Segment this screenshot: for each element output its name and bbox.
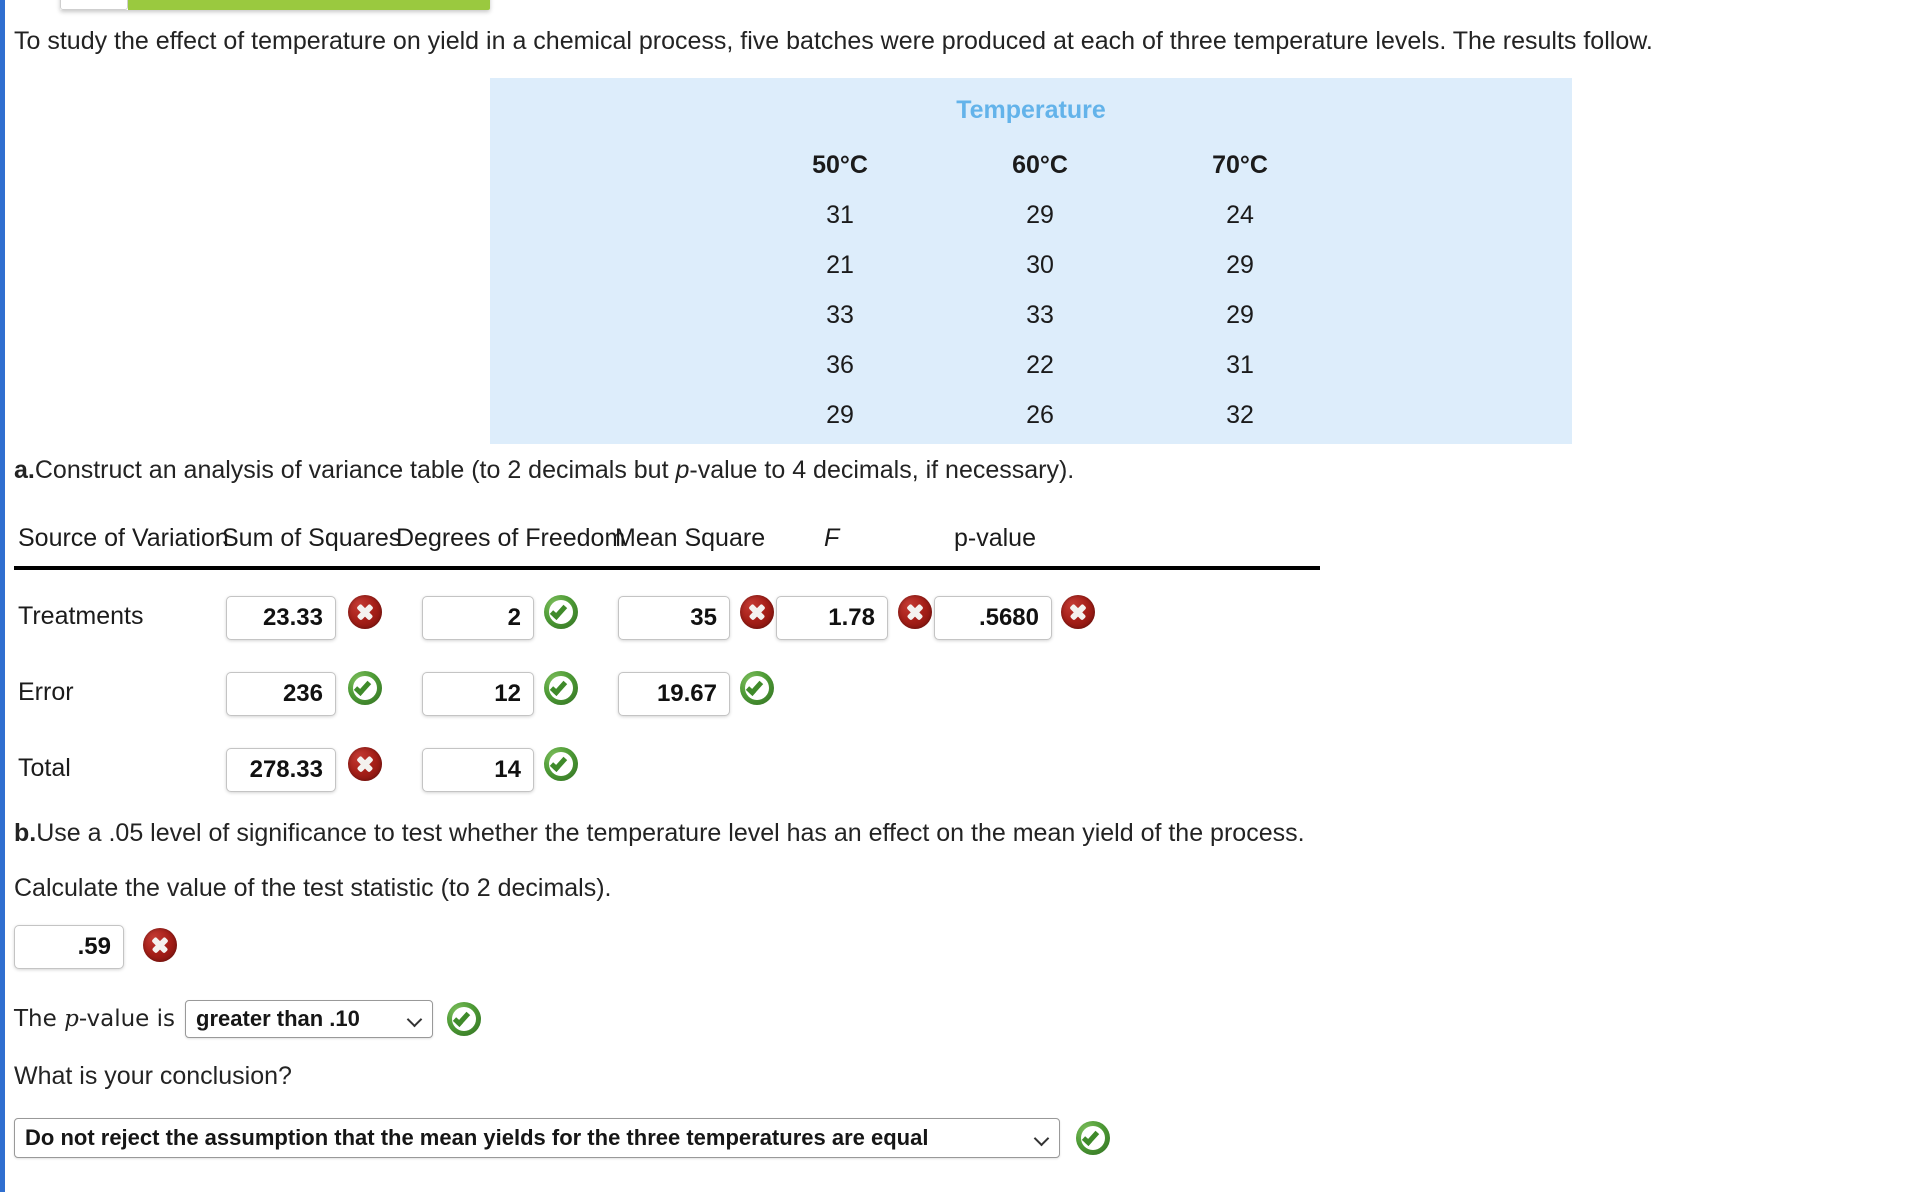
part-a-prompt-head: Construct an analysis of variance table … bbox=[34, 456, 676, 484]
error-df-status-correct-icon bbox=[544, 671, 578, 705]
treatments-df-status-correct-icon bbox=[544, 595, 578, 629]
data-grid: 50°C 60°C 70°C 31 29 24 21 30 29 33 33 2… bbox=[740, 140, 1340, 440]
row-label-error: Error bbox=[18, 678, 74, 706]
calculate-statistic-instruction: Calculate the value of the test statisti… bbox=[14, 874, 612, 902]
table-row: 33 33 29 bbox=[740, 290, 1340, 340]
error-ms-input[interactable]: 19.67 bbox=[618, 672, 730, 716]
table-row: 21 30 29 bbox=[740, 240, 1340, 290]
anova-table: Source of Variation Sum of Squares Degre… bbox=[14, 518, 1334, 568]
data-cell: 29 bbox=[1226, 251, 1254, 279]
conclusion-dropdown[interactable]: Do not reject the assumption that the me… bbox=[14, 1118, 1060, 1158]
treatments-p-input[interactable]: .5680 bbox=[934, 596, 1052, 640]
total-df-input[interactable]: 14 bbox=[422, 748, 534, 792]
p-value-label-before: The bbox=[14, 1006, 65, 1032]
data-cell: 29 bbox=[1026, 201, 1054, 229]
data-cell: 36 bbox=[826, 351, 854, 379]
column-header-70c: 70°C bbox=[1212, 151, 1268, 179]
part-b-prompt-body: Use a .05 level of significance to test … bbox=[36, 819, 1305, 847]
part-b-marker: b. bbox=[14, 819, 37, 847]
part-a-prompt-tail: -value to 4 decimals, if necessary). bbox=[689, 456, 1075, 484]
header-degrees-of-freedom: Degrees of Freedom bbox=[396, 524, 626, 552]
data-cell: 33 bbox=[1026, 301, 1054, 329]
header-f: F bbox=[824, 524, 840, 552]
header-sum-of-squares: Sum of Squares bbox=[222, 524, 402, 552]
treatments-ms-input[interactable]: 35 bbox=[618, 596, 730, 640]
data-cell: 24 bbox=[1226, 201, 1254, 229]
temperature-data-table: Temperature 50°C 60°C 70°C 31 29 24 21 3… bbox=[490, 78, 1572, 444]
p-value-status-correct-icon bbox=[447, 1002, 482, 1036]
p-value-label-after: -value is bbox=[78, 1006, 176, 1032]
treatments-ss-status-wrong-icon bbox=[348, 595, 382, 629]
header-p-value: p-value bbox=[954, 524, 1036, 552]
data-cell: 29 bbox=[826, 401, 854, 429]
treatments-f-input[interactable]: 1.78 bbox=[776, 596, 888, 640]
total-ss-input[interactable]: 278.33 bbox=[226, 748, 336, 792]
data-cell: 31 bbox=[1226, 351, 1254, 379]
part-a-prompt: a.Construct an analysis of variance tabl… bbox=[14, 455, 1074, 485]
left-accent-rail bbox=[0, 0, 5, 1192]
error-ss-input[interactable]: 236 bbox=[226, 672, 336, 716]
intro-sentence: To study the effect of temperature on yi… bbox=[14, 27, 1653, 55]
data-table-title: Temperature bbox=[956, 96, 1106, 124]
column-header-60c: 60°C bbox=[1012, 151, 1068, 179]
row-label-treatments: Treatments bbox=[18, 602, 144, 630]
anova-row-error: Error 236 12 19.67 bbox=[14, 666, 1334, 728]
header-mean-square: Mean Square bbox=[615, 524, 766, 552]
chevron-down-icon bbox=[408, 1012, 422, 1026]
treatments-ms-status-wrong-icon bbox=[740, 595, 774, 629]
question-page: To study the effect of temperature on yi… bbox=[0, 0, 1920, 1192]
p-value-label: The p-value is bbox=[14, 1006, 175, 1032]
data-cell: 26 bbox=[1026, 401, 1054, 429]
top-strip-chip bbox=[60, 0, 128, 10]
total-ss-status-wrong-icon bbox=[348, 747, 382, 781]
header-source-of-variation: Source of Variation bbox=[18, 524, 229, 552]
data-cell: 32 bbox=[1226, 401, 1254, 429]
anova-header-row: Source of Variation Sum of Squares Degre… bbox=[14, 518, 1334, 568]
data-cell: 30 bbox=[1026, 251, 1054, 279]
error-df-input[interactable]: 12 bbox=[422, 672, 534, 716]
top-strip-progress-bar bbox=[128, 0, 490, 10]
anova-row-treatments: Treatments 23.33 2 35 1.78 .5680 bbox=[14, 590, 1334, 652]
data-cell: 31 bbox=[826, 201, 854, 229]
conclusion-row: Do not reject the assumption that the me… bbox=[14, 1118, 1110, 1158]
data-cell: 22 bbox=[1026, 351, 1054, 379]
part-a-prompt-italic: p bbox=[675, 456, 690, 484]
column-header-50c: 50°C bbox=[812, 151, 868, 179]
anova-row-total: Total 278.33 14 bbox=[14, 742, 1334, 804]
part-a-marker: a. bbox=[14, 456, 35, 484]
table-row: 31 29 24 bbox=[740, 190, 1340, 240]
chevron-down-icon bbox=[1035, 1131, 1049, 1145]
table-row: 29 26 32 bbox=[740, 390, 1340, 440]
p-value-label-italic: p bbox=[64, 1006, 79, 1032]
conclusion-status-correct-icon bbox=[1076, 1121, 1110, 1155]
row-label-total: Total bbox=[18, 754, 71, 782]
treatments-ss-input[interactable]: 23.33 bbox=[226, 596, 336, 640]
test-statistic-status-wrong-icon bbox=[143, 928, 177, 962]
data-cell: 21 bbox=[826, 251, 854, 279]
treatments-f-status-wrong-icon bbox=[898, 595, 932, 629]
conclusion-question: What is your conclusion? bbox=[14, 1062, 292, 1090]
total-df-status-correct-icon bbox=[544, 747, 578, 781]
p-value-row: The p-value is greater than .10 bbox=[14, 1000, 482, 1038]
treatments-df-input[interactable]: 2 bbox=[422, 596, 534, 640]
anova-header-rule bbox=[14, 566, 1320, 570]
test-statistic-input[interactable]: .59 bbox=[14, 925, 124, 969]
part-b-prompt: b.Use a .05 level of significance to tes… bbox=[14, 818, 1305, 848]
data-cell: 33 bbox=[826, 301, 854, 329]
error-ms-status-correct-icon bbox=[740, 671, 774, 705]
p-value-dropdown-selected: greater than .10 bbox=[196, 1006, 360, 1031]
top-progress-strip bbox=[60, 0, 490, 10]
data-cell: 29 bbox=[1226, 301, 1254, 329]
table-row: 36 22 31 bbox=[740, 340, 1340, 390]
data-grid-header-row: 50°C 60°C 70°C bbox=[740, 140, 1340, 190]
error-ss-status-correct-icon bbox=[348, 671, 382, 705]
p-value-dropdown[interactable]: greater than .10 bbox=[185, 1000, 434, 1038]
treatments-p-status-wrong-icon bbox=[1061, 595, 1095, 629]
conclusion-dropdown-selected: Do not reject the assumption that the me… bbox=[25, 1125, 929, 1150]
